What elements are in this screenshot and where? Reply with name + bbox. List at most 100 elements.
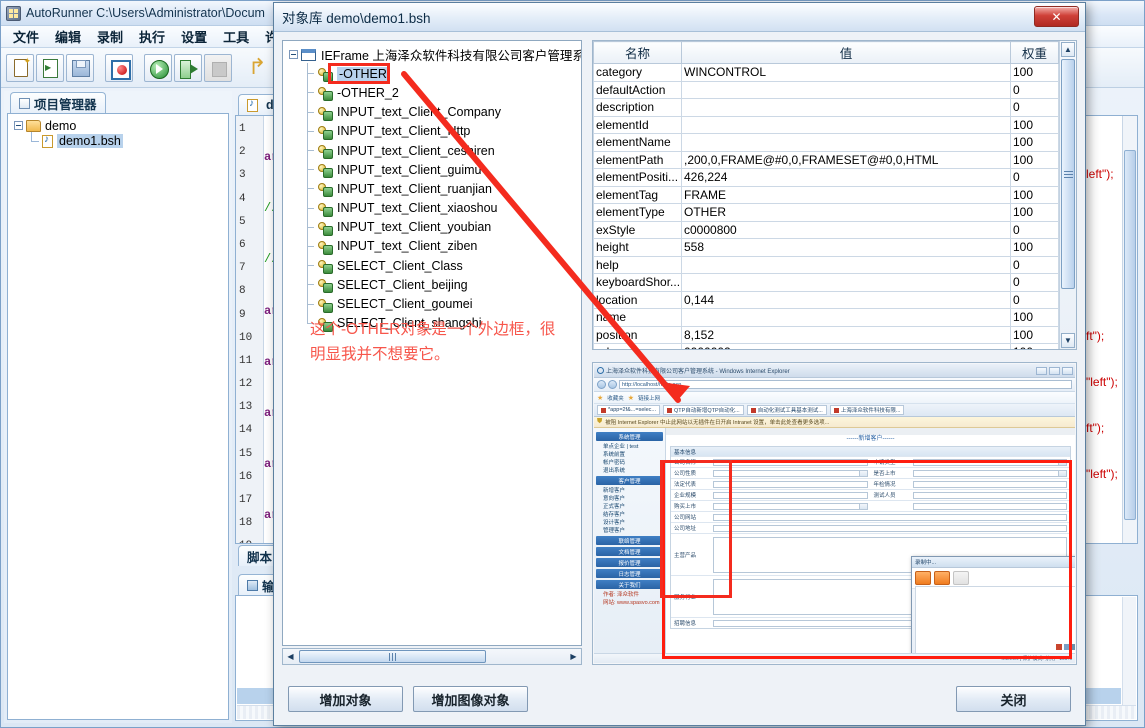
table-row[interactable]: help0	[594, 256, 1059, 274]
prop-weight[interactable]: 100	[1011, 344, 1059, 350]
prop-value[interactable]: ,200,0,FRAME@#0,0,FRAMESET@#0,0,HTML	[682, 151, 1011, 169]
menu-item-settings[interactable]: 设置	[173, 25, 215, 48]
tree-row-demo[interactable]: demo	[8, 114, 228, 132]
prop-value[interactable]	[682, 274, 1011, 292]
table-row[interactable]: elementPath,200,0,FRAME@#0,0,FRAMESET@#0…	[594, 151, 1059, 169]
prop-value[interactable]	[682, 256, 1011, 274]
run-icon[interactable]	[144, 54, 172, 82]
table-row[interactable]: defaultAction0	[594, 81, 1059, 99]
object-tree-item-xiaoshou[interactable]: INPUT_text_Client_xiaoshou	[285, 199, 579, 218]
table-row[interactable]: elementId100	[594, 116, 1059, 134]
prop-value[interactable]: c0000800	[682, 221, 1011, 239]
menu-item-file[interactable]: 文件	[5, 25, 47, 48]
column-header-value[interactable]: 值	[682, 42, 1011, 64]
object-tree-item-guimu[interactable]: INPUT_text_Client_guimu	[285, 160, 579, 179]
properties-table[interactable]: 名称 值 权重 categoryWINCONTROL100 defaultAct…	[593, 41, 1059, 349]
close-icon[interactable]: ✕	[1034, 6, 1079, 27]
prop-value[interactable]: FRAME	[682, 186, 1011, 204]
object-tree-item-company[interactable]: INPUT_text_Client_Company	[285, 103, 579, 122]
prop-weight[interactable]: 100	[1011, 64, 1059, 82]
object-tree-item-other[interactable]: -OTHER	[285, 64, 579, 83]
record-icon[interactable]	[105, 54, 133, 82]
prop-value[interactable]	[682, 116, 1011, 134]
scroll-up-icon[interactable]: ▲	[1061, 42, 1075, 57]
prop-value[interactable]	[682, 81, 1011, 99]
prop-value[interactable]: 0,144	[682, 291, 1011, 309]
prop-weight[interactable]: 0	[1011, 99, 1059, 117]
prop-value[interactable]	[682, 99, 1011, 117]
menu-item-record[interactable]: 录制	[89, 25, 131, 48]
prop-weight[interactable]: 0	[1011, 169, 1059, 187]
undo-icon[interactable]	[243, 54, 271, 82]
table-row[interactable]: elementTypeOTHER100	[594, 204, 1059, 222]
tab-project-manager[interactable]: 项目管理器	[10, 92, 106, 113]
new-script-icon[interactable]	[6, 54, 34, 82]
prop-weight[interactable]: 100	[1011, 151, 1059, 169]
table-row[interactable]: location0,1440	[594, 291, 1059, 309]
prop-weight[interactable]: 0	[1011, 221, 1059, 239]
prop-value[interactable]	[682, 309, 1011, 327]
close-button[interactable]: 关闭	[956, 686, 1071, 712]
prop-weight[interactable]: 0	[1011, 256, 1059, 274]
object-tree-item-other2[interactable]: -OTHER_2	[285, 83, 579, 102]
prop-value[interactable]	[682, 134, 1011, 152]
prop-weight[interactable]: 100	[1011, 309, 1059, 327]
prop-value[interactable]: 8,152	[682, 326, 1011, 344]
tree-row-demo1[interactable]: demo1.bsh	[8, 132, 228, 150]
prop-weight[interactable]: 100	[1011, 326, 1059, 344]
add-object-button[interactable]: 增加对象	[288, 686, 403, 712]
object-tree-item-http[interactable]: INPUT_text_Client_Http	[285, 122, 579, 141]
step-run-icon[interactable]	[174, 54, 202, 82]
prop-weight[interactable]: 100	[1011, 116, 1059, 134]
table-row[interactable]: description0	[594, 99, 1059, 117]
table-row[interactable]: height558100	[594, 239, 1059, 257]
object-tree-item-ziben[interactable]: INPUT_text_Client_ziben	[285, 237, 579, 256]
table-row[interactable]: elementName100	[594, 134, 1059, 152]
scroll-down-icon[interactable]: ▼	[1061, 333, 1075, 348]
save-icon[interactable]	[66, 54, 94, 82]
menu-item-edit[interactable]: 编辑	[47, 25, 89, 48]
table-row[interactable]: name100	[594, 309, 1059, 327]
scrollbar-thumb[interactable]	[299, 650, 486, 663]
prop-weight[interactable]: 0	[1011, 291, 1059, 309]
menu-item-execute[interactable]: 执行	[131, 25, 173, 48]
scroll-right-icon[interactable]: ▶	[566, 649, 581, 664]
import-script-icon[interactable]	[36, 54, 64, 82]
object-tree-item-ceshiren[interactable]: INPUT_text_Client_ceshiren	[285, 141, 579, 160]
table-row[interactable]: exStylec00008000	[594, 221, 1059, 239]
properties-vertical-scrollbar[interactable]: ▲ ▼	[1059, 41, 1076, 349]
tree-horizontal-scrollbar[interactable]: ◀ ▶	[282, 648, 582, 665]
prop-weight[interactable]: 100	[1011, 204, 1059, 222]
table-row[interactable]: elementTagFRAME100	[594, 186, 1059, 204]
object-tree-item-goumei[interactable]: SELECT_Client_goumei	[285, 294, 579, 313]
project-tree[interactable]: demo demo1.bsh	[7, 113, 229, 720]
column-header-name[interactable]: 名称	[594, 42, 682, 64]
prop-value[interactable]: 426,224	[682, 169, 1011, 187]
prop-weight[interactable]: 0	[1011, 81, 1059, 99]
prop-weight[interactable]: 100	[1011, 239, 1059, 257]
prop-value[interactable]: OTHER	[682, 204, 1011, 222]
prop-weight[interactable]: 0	[1011, 274, 1059, 292]
column-header-weight[interactable]: 权重	[1011, 42, 1059, 64]
object-tree-item-ruanjian[interactable]: INPUT_text_Client_ruanjian	[285, 179, 579, 198]
collapse-toggle-icon[interactable]	[14, 121, 23, 130]
add-image-object-button[interactable]: 增加图像对象	[413, 686, 528, 712]
object-tree-item-class[interactable]: SELECT_Client_Class	[285, 256, 579, 275]
prop-value[interactable]: WINCONTROL	[682, 64, 1011, 82]
menu-item-tools[interactable]: 工具	[215, 25, 257, 48]
table-row[interactable]: categoryWINCONTROL100	[594, 64, 1059, 82]
prop-value[interactable]: 558	[682, 239, 1011, 257]
scrollbar-thumb[interactable]	[1061, 59, 1075, 289]
prop-weight[interactable]: 100	[1011, 134, 1059, 152]
prop-weight[interactable]: 100	[1011, 186, 1059, 204]
table-row[interactable]: elementPositi...426,2240	[594, 169, 1059, 187]
collapse-toggle-icon[interactable]	[289, 50, 298, 59]
object-tree-item-beijing[interactable]: SELECT_Client_beijing	[285, 275, 579, 294]
table-row[interactable]: keyboardShor...0	[594, 274, 1059, 292]
object-tree[interactable]: IEFrame 上海泽众软件科技有限公司客户管理系 -OTHER -OTHER_…	[282, 40, 582, 646]
table-row[interactable]: position8,152100	[594, 326, 1059, 344]
object-tree-item-youbian[interactable]: INPUT_text_Client_youbian	[285, 218, 579, 237]
scroll-left-icon[interactable]: ◀	[283, 649, 298, 664]
prop-value[interactable]: 0000002a	[682, 344, 1011, 350]
object-tree-root[interactable]: IEFrame 上海泽众软件科技有限公司客户管理系	[285, 45, 579, 64]
